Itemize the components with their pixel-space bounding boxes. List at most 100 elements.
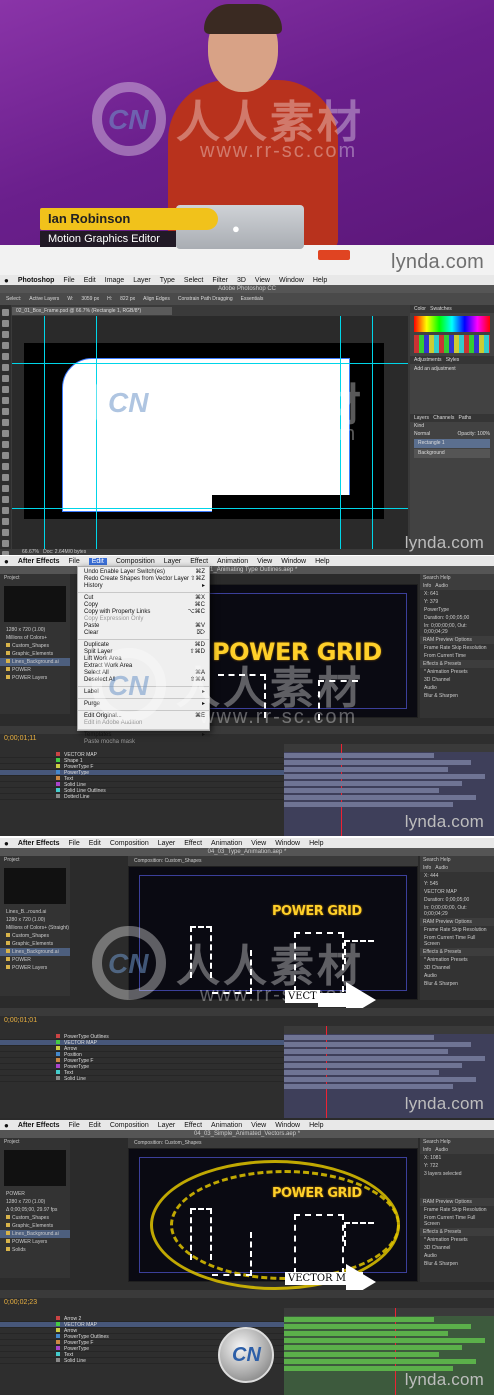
label-color-swatch[interactable] [56,770,60,774]
label-color-swatch[interactable] [56,1052,60,1056]
edit-menu-item[interactable]: Duplicate ⌘D [78,642,209,649]
ps-doc-tab[interactable]: 02_01_Box_Frame.psd @ 66.7% (Rectangle 1… [12,307,172,315]
tool-icon[interactable] [2,386,9,393]
effects-item[interactable]: * Animation Presets [420,668,494,676]
layer-duration-bar[interactable] [284,1331,448,1336]
project-item[interactable]: POWER Layers [0,1238,70,1246]
dotted-line-shape[interactable] [212,1232,252,1276]
info-tab[interactable]: Info Audio [420,582,494,590]
label-color-swatch[interactable] [56,1070,60,1074]
project-item[interactable]: Graphic_Elements [0,650,70,658]
apple-icon[interactable]: ● [4,276,9,285]
tool-icon[interactable] [2,452,9,459]
panel-tab-layers[interactable]: Layers Channels Paths [410,414,494,422]
dotted-line-shape[interactable] [294,1214,344,1274]
label-color-swatch[interactable] [56,758,60,762]
tool-icon[interactable] [2,485,9,492]
project-item[interactable]: POWER Layers [0,674,70,682]
layer-duration-bar[interactable] [284,1352,439,1357]
layer-duration-bar[interactable] [284,781,462,786]
label-color-swatch[interactable] [56,1058,60,1062]
ps-option-item[interactable]: 822 px [120,296,135,302]
search-help[interactable]: Search Help [420,1138,494,1146]
project-item[interactable]: Lines_Background.ai [0,1230,70,1238]
menu-layer[interactable]: Layer [158,1122,176,1129]
edit-menu-item[interactable]: Copy ⌘C [78,602,209,609]
menu-after-effects[interactable]: After Effects [18,1122,60,1129]
tool-icon[interactable] [2,331,9,338]
ps-option-item[interactable]: Align Edges [143,296,170,302]
timeline-tab[interactable] [0,1290,494,1298]
menu-help[interactable]: Help [309,1122,323,1129]
layer-filter[interactable]: Kind [410,422,494,430]
menu-after-effects[interactable]: After Effects [18,840,60,847]
effects-tab[interactable]: Effects & Presets [420,948,494,956]
preview-tab[interactable]: RAM Preview Options [420,1198,494,1206]
label-color-swatch[interactable] [56,1040,60,1044]
project-item[interactable]: Graphic_Elements [0,940,70,948]
opacity[interactable]: Opacity: 100% [457,431,490,437]
tool-icon[interactable] [2,463,9,470]
rectangle-shape[interactable] [62,358,350,512]
menu-window[interactable]: Window [275,840,300,847]
panel-tab-color[interactable]: Color Swatches [410,305,494,313]
ps-option-item[interactable]: Select: [6,296,21,302]
label-color-swatch[interactable] [56,1346,60,1350]
from-current-time[interactable]: From Current Time Full Screen [420,934,494,948]
preview-tab[interactable]: RAM Preview Options [420,636,494,644]
project-tab[interactable]: Project [0,574,70,582]
layer-duration-bar[interactable] [284,1056,485,1061]
timeline-tab[interactable] [0,726,494,734]
project-item[interactable]: POWER [0,956,70,964]
blend-mode[interactable]: Normal [414,431,430,437]
ps-menu-image[interactable]: Image [105,277,124,284]
layer-duration-bar[interactable] [284,1345,462,1350]
layer-duration-bar[interactable] [284,802,453,807]
edit-menu-item[interactable]: Purge ▸ [78,701,209,708]
tool-icon[interactable] [2,419,9,426]
edit-menu-item[interactable]: Label ▸ [78,689,209,696]
layer-duration-bar[interactable] [284,795,476,800]
menu-animation[interactable]: Animation [211,840,242,847]
edit-menu-item[interactable]: Deselect All ⇧⌘A [78,677,209,684]
layer-row[interactable]: Rectangle 1 [414,439,490,448]
ps-menu-file[interactable]: File [63,277,74,284]
ps-menu-photoshop[interactable]: Photoshop [18,277,55,284]
apple-icon[interactable]: ● [4,1121,9,1130]
effects-tab[interactable]: Effects & Presets [420,1228,494,1236]
layer-duration-bar[interactable] [284,767,448,772]
edit-menu-item[interactable]: Edit Original... ⌘E [78,713,209,720]
from-current-time[interactable]: From Current Time Full Screen [420,1214,494,1228]
zoom-level[interactable]: 66.67% [22,549,39,555]
guide-line[interactable] [12,508,408,509]
menu-effect[interactable]: Effect [184,840,202,847]
layer-duration-bar[interactable] [284,788,439,793]
tool-icon[interactable] [2,441,9,448]
vector-map-text[interactable]: VECT [285,990,320,1003]
dotted-line-shape[interactable] [212,950,252,994]
label-color-swatch[interactable] [56,1046,60,1050]
timecode[interactable]: 0;00;01;11 [0,734,494,744]
edit-menu-item[interactable]: Undo Enable Layer Switch(es) ⌘Z [78,569,209,576]
menu-animation[interactable]: Animation [211,1122,242,1129]
guide-line[interactable] [96,316,97,549]
effects-item[interactable]: 3D Channel [420,1244,494,1252]
label-color-swatch[interactable] [56,1340,60,1344]
tool-icon[interactable] [2,364,9,371]
power-grid-text[interactable]: POWER GRID [212,638,382,666]
layer-duration-bar[interactable] [284,753,434,758]
menu-layer[interactable]: Layer [158,840,176,847]
ps-option-item[interactable]: 3059 px [81,296,99,302]
time-ruler[interactable] [284,1026,494,1034]
menu-file[interactable]: File [68,840,79,847]
menu-effect[interactable]: Effect [190,558,208,565]
time-ruler[interactable] [284,744,494,752]
layer-duration-bar[interactable] [284,1338,485,1343]
label-color-swatch[interactable] [56,1322,60,1326]
dotted-line-shape[interactable] [190,926,212,978]
layer-duration-bar[interactable] [284,1042,471,1047]
tool-icon[interactable] [2,309,9,316]
tool-icon[interactable] [2,408,9,415]
edit-menu-item[interactable]: Select All ⌘A [78,670,209,677]
guide-line[interactable] [44,316,45,549]
